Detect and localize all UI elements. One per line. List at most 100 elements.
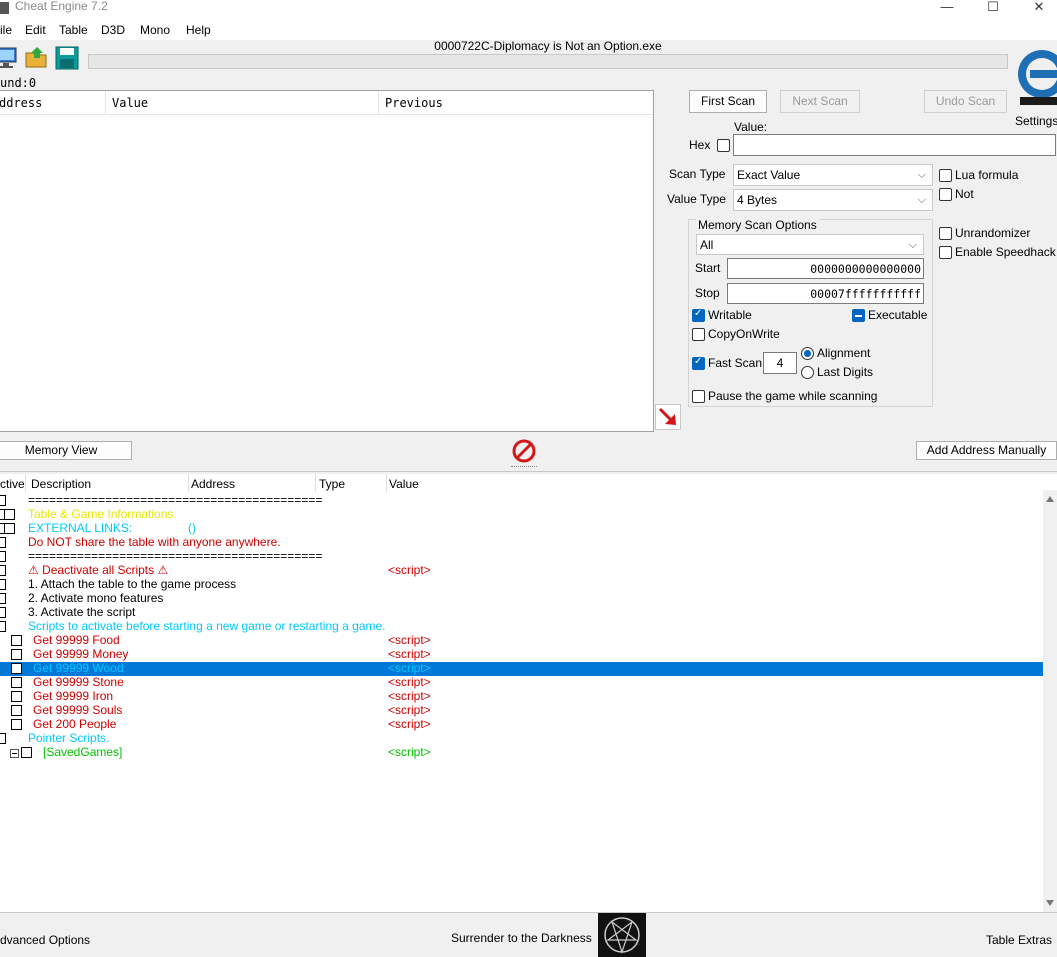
fast-scan-label: Fast Scan <box>708 356 763 370</box>
col-active[interactable]: ctive <box>0 477 25 491</box>
results-col-address[interactable]: ddress <box>0 96 42 110</box>
table-row-selected[interactable]: Get 99999 Wood <script> <box>0 661 1043 676</box>
row-checkbox[interactable] <box>0 593 6 604</box>
open-process-button[interactable] <box>0 45 20 71</box>
executable-checkbox[interactable] <box>852 309 865 322</box>
menu-mono[interactable]: Mono <box>140 23 170 37</box>
add-address-button[interactable]: Add Address Manually <box>916 441 1057 460</box>
table-row[interactable]: ========================================… <box>0 549 1043 564</box>
results-col-previous[interactable]: Previous <box>385 96 443 110</box>
minimize-button[interactable]: — <box>924 0 970 18</box>
table-row[interactable]: Get 99999 Souls <script> <box>0 703 1043 718</box>
stop-address-input[interactable]: 00007fffffffffff <box>727 283 924 304</box>
scroll-down-icon[interactable] <box>1046 900 1054 906</box>
vertical-scrollbar[interactable] <box>1043 490 1057 912</box>
menu-help[interactable]: Help <box>186 23 211 37</box>
scan-type-select[interactable]: Exact Value ⌵ <box>733 164 933 186</box>
fast-scan-checkbox[interactable] <box>692 356 705 370</box>
table-row[interactable]: Scripts to activate before starting a ne… <box>0 619 1043 634</box>
row-checkbox[interactable] <box>11 705 22 716</box>
cheat-engine-logo[interactable] <box>1012 42 1057 112</box>
next-scan-button[interactable]: Next Scan <box>780 90 860 113</box>
chevron-down-icon: ⌵ <box>917 194 926 206</box>
row-checkbox[interactable] <box>0 733 6 744</box>
col-type[interactable]: Type <box>319 477 345 491</box>
table-row[interactable]: ⚠ Deactivate all Scripts ⚠ <script> <box>0 563 1043 578</box>
table-row[interactable]: 3. Activate the script <box>0 605 1043 620</box>
stop-scan-button[interactable] <box>511 438 537 464</box>
window-title: Cheat Engine 7.2 <box>15 0 108 13</box>
table-row[interactable]: Do NOT share the table with anyone anywh… <box>0 535 1043 550</box>
table-extras-button[interactable]: Table Extras <box>986 933 1052 947</box>
not-checkbox[interactable] <box>939 188 952 201</box>
row-checkbox[interactable] <box>0 565 6 576</box>
row-checkbox[interactable] <box>0 607 6 618</box>
table-row[interactable]: Get 99999 Money <script> <box>0 647 1043 662</box>
row-checkbox[interactable] <box>11 677 22 688</box>
menu-table[interactable]: Table <box>59 23 88 37</box>
speedhack-checkbox[interactable] <box>939 246 952 259</box>
row-checkbox[interactable] <box>0 537 6 548</box>
row-checkbox[interactable] <box>4 523 15 534</box>
row-description: Pointer Scripts. <box>28 731 110 745</box>
settings-label[interactable]: Settings <box>1015 114 1057 128</box>
table-row[interactable]: Table & Game Informations <box>0 507 1043 522</box>
save-button[interactable] <box>54 45 80 71</box>
splitter-grip[interactable] <box>511 466 537 469</box>
table-row[interactable]: Get 99999 Food <script> <box>0 633 1043 648</box>
table-row[interactable]: 2. Activate mono features <box>0 591 1043 606</box>
menu-file[interactable]: ile <box>0 23 12 37</box>
writable-checkbox[interactable] <box>692 308 705 322</box>
row-checkbox[interactable] <box>0 621 6 632</box>
col-description[interactable]: Description <box>31 477 91 491</box>
undo-scan-button[interactable]: Undo Scan <box>924 90 1007 113</box>
table-row[interactable]: ========================================… <box>0 493 1043 508</box>
lua-formula-checkbox[interactable] <box>939 169 952 182</box>
maximize-button[interactable]: ☐ <box>970 0 1016 18</box>
last-digits-radio[interactable] <box>801 366 814 379</box>
col-address[interactable]: Address <box>191 477 235 491</box>
table-row[interactable]: Pointer Scripts. <box>0 731 1043 746</box>
value-input[interactable] <box>733 134 1056 156</box>
table-row[interactable]: EXTERNAL LINKS: () <box>0 521 1043 536</box>
table-row[interactable]: [SavedGames] <script> <box>0 745 1043 760</box>
advanced-options-button[interactable]: dvanced Options <box>0 933 90 947</box>
pause-game-checkbox[interactable] <box>692 390 705 403</box>
row-checkbox[interactable] <box>0 579 6 590</box>
value-type-select[interactable]: 4 Bytes ⌵ <box>733 189 933 211</box>
row-checkbox[interactable] <box>11 649 22 660</box>
row-checkbox[interactable] <box>0 495 6 506</box>
table-row[interactable]: Get 99999 Iron <script> <box>0 689 1043 704</box>
row-checkbox[interactable] <box>21 747 32 758</box>
menu-d3d[interactable]: D3D <box>101 23 125 37</box>
add-to-list-button[interactable] <box>655 404 681 430</box>
hex-checkbox[interactable] <box>717 139 730 152</box>
first-scan-button[interactable]: First Scan <box>689 90 767 113</box>
menu-edit[interactable]: Edit <box>25 23 46 37</box>
memory-view-button[interactable]: Memory View <box>0 441 132 460</box>
copy-on-write-checkbox[interactable] <box>692 328 705 341</box>
row-checkbox[interactable] <box>11 691 22 702</box>
row-checkbox[interactable] <box>11 663 22 674</box>
row-value: <script> <box>388 745 431 759</box>
fast-scan-input[interactable]: 4 <box>763 352 797 374</box>
collapse-icon[interactable] <box>10 749 19 758</box>
close-button[interactable]: ✕ <box>1016 0 1057 18</box>
table-row[interactable]: Get 200 People <script> <box>0 717 1043 732</box>
scroll-up-icon[interactable] <box>1046 496 1054 502</box>
table-row[interactable]: Get 99999 Stone <script> <box>0 675 1043 690</box>
alignment-radio[interactable] <box>801 347 814 360</box>
table-row[interactable]: 1. Attach the table to the game process <box>0 577 1043 592</box>
start-address-input[interactable]: 0000000000000000 <box>727 258 924 279</box>
cheat-table[interactable]: ctive Description Address Type Value ===… <box>0 474 1057 912</box>
row-checkbox[interactable] <box>0 551 6 562</box>
open-file-button[interactable] <box>24 45 50 71</box>
row-checkbox[interactable] <box>11 719 22 730</box>
col-value[interactable]: Value <box>389 477 419 491</box>
row-checkbox[interactable] <box>11 635 22 646</box>
unrandomizer-checkbox[interactable] <box>939 227 952 240</box>
memory-region-select[interactable]: All ⌵ <box>696 234 924 255</box>
results-col-value[interactable]: Value <box>112 96 148 110</box>
scan-results-list[interactable]: ddress Value Previous <box>0 90 654 432</box>
row-checkbox[interactable] <box>4 509 15 520</box>
